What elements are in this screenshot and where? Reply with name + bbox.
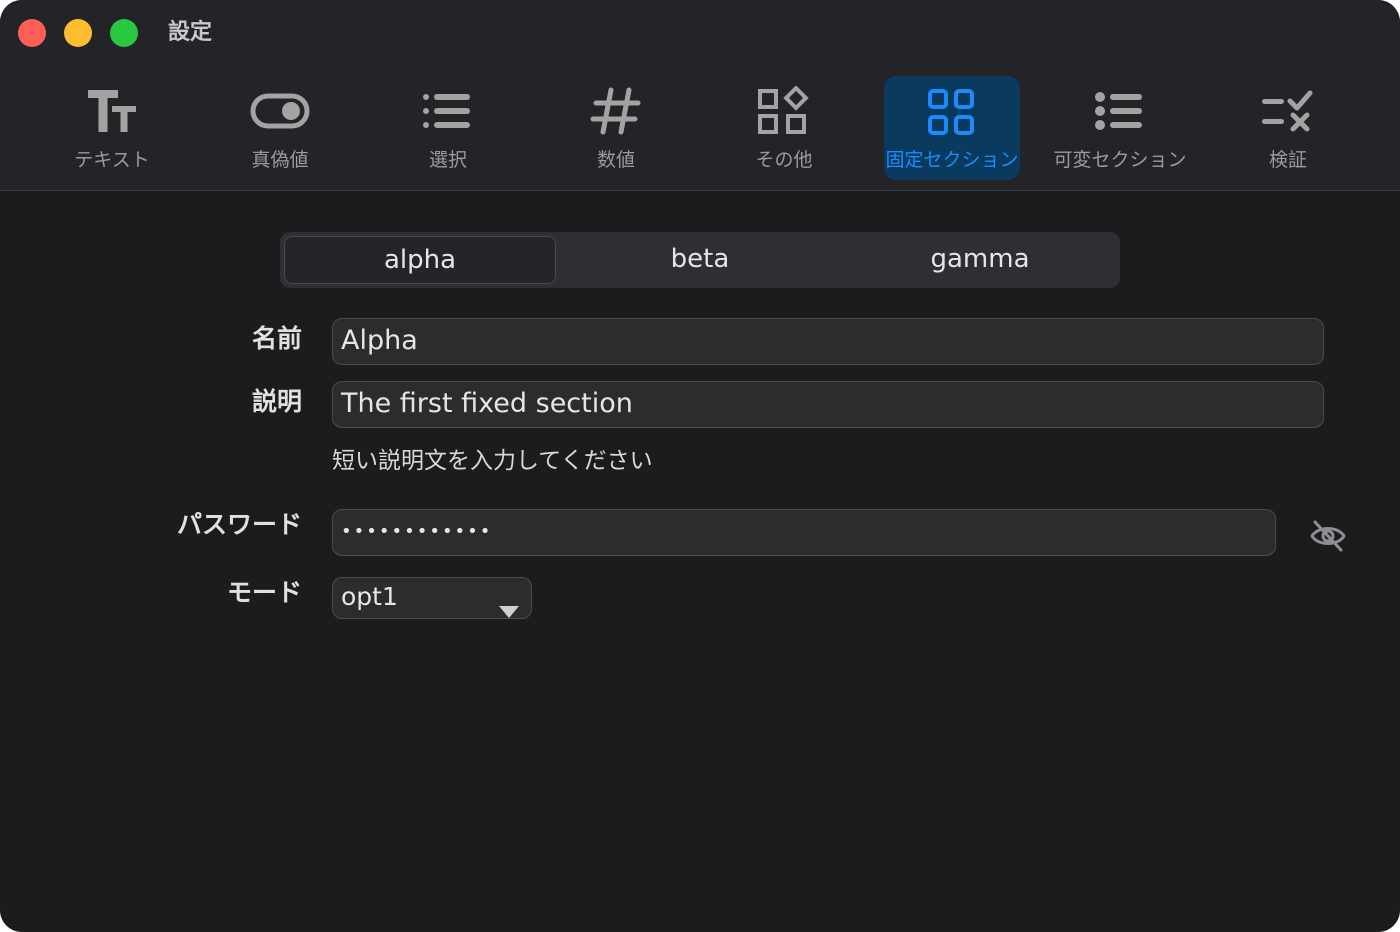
toolbar-item-validation[interactable]: 検証 xyxy=(1220,76,1356,180)
zoom-window-button[interactable] xyxy=(110,19,138,47)
mode-select-value: opt1 xyxy=(341,582,398,611)
description-label: 説明 xyxy=(251,387,302,416)
toolbar-item-boolean[interactable]: 真偽値 xyxy=(212,76,348,180)
description-field[interactable]: The first fixed section xyxy=(332,381,1324,428)
content-area: alpha beta gamma 名前 Alpha 説明 The first f… xyxy=(0,192,1400,932)
tab-gamma[interactable]: gamma xyxy=(844,236,1116,284)
toolbar-item-label: 数値 xyxy=(596,149,635,171)
close-window-button[interactable] xyxy=(18,19,46,47)
chevron-down-icon xyxy=(499,592,519,630)
toolbar-item-variable-section[interactable]: 可変セクション xyxy=(1052,76,1188,180)
tab-alpha[interactable]: alpha xyxy=(284,236,556,284)
list-icon xyxy=(380,86,516,142)
mode-select[interactable]: opt1 xyxy=(332,577,532,619)
settings-window: 設定 テキスト 真偽値 選択 数値 その他 固定セクション 可変セクション 検証… xyxy=(0,0,1400,932)
bullet-list-icon xyxy=(1052,86,1188,142)
toolbar-item-label: 真偽値 xyxy=(251,149,309,171)
hash-icon xyxy=(548,86,684,142)
toolbar-item-fixed-section[interactable]: 固定セクション xyxy=(884,76,1020,180)
minimize-window-button[interactable] xyxy=(64,19,92,47)
tab-beta[interactable]: beta xyxy=(564,236,836,284)
toolbar-item-label: 検証 xyxy=(1268,149,1307,171)
password-label: パスワード xyxy=(176,510,302,539)
toolbar-item-select[interactable]: 選択 xyxy=(380,76,516,180)
toggle-icon xyxy=(212,86,348,142)
mode-label: モード xyxy=(226,578,302,607)
toolbar-item-label: テキスト xyxy=(74,149,150,171)
password-field[interactable]: •••••••••••• xyxy=(332,509,1276,556)
window-title: 設定 xyxy=(168,20,213,45)
name-label: 名前 xyxy=(251,324,302,353)
toolbar-item-label: 選択 xyxy=(428,149,467,171)
toolbar-item-label: 固定セクション xyxy=(885,149,1019,171)
name-field[interactable]: Alpha xyxy=(332,318,1324,365)
description-hint: 短い説明文を入力してください xyxy=(332,448,653,474)
toolbar-item-label: 可変セクション xyxy=(1053,149,1187,171)
toolbar-item-label: その他 xyxy=(755,149,813,171)
toolbar-item-other[interactable]: その他 xyxy=(716,76,852,180)
toolbar-item-number[interactable]: 数値 xyxy=(548,76,684,180)
eye-slash-icon[interactable] xyxy=(1308,518,1348,558)
section-tabs: alpha beta gamma xyxy=(280,232,1120,288)
validate-icon xyxy=(1220,86,1356,142)
toolbar-item-text[interactable]: テキスト xyxy=(44,76,180,180)
toolbar: テキスト 真偽値 選択 数値 その他 固定セクション 可変セクション 検証 xyxy=(0,64,1400,191)
title-bar: 設定 xyxy=(0,0,1400,64)
shapes-icon xyxy=(716,86,852,142)
text-format-icon xyxy=(44,86,180,142)
grid-icon xyxy=(884,86,1020,142)
